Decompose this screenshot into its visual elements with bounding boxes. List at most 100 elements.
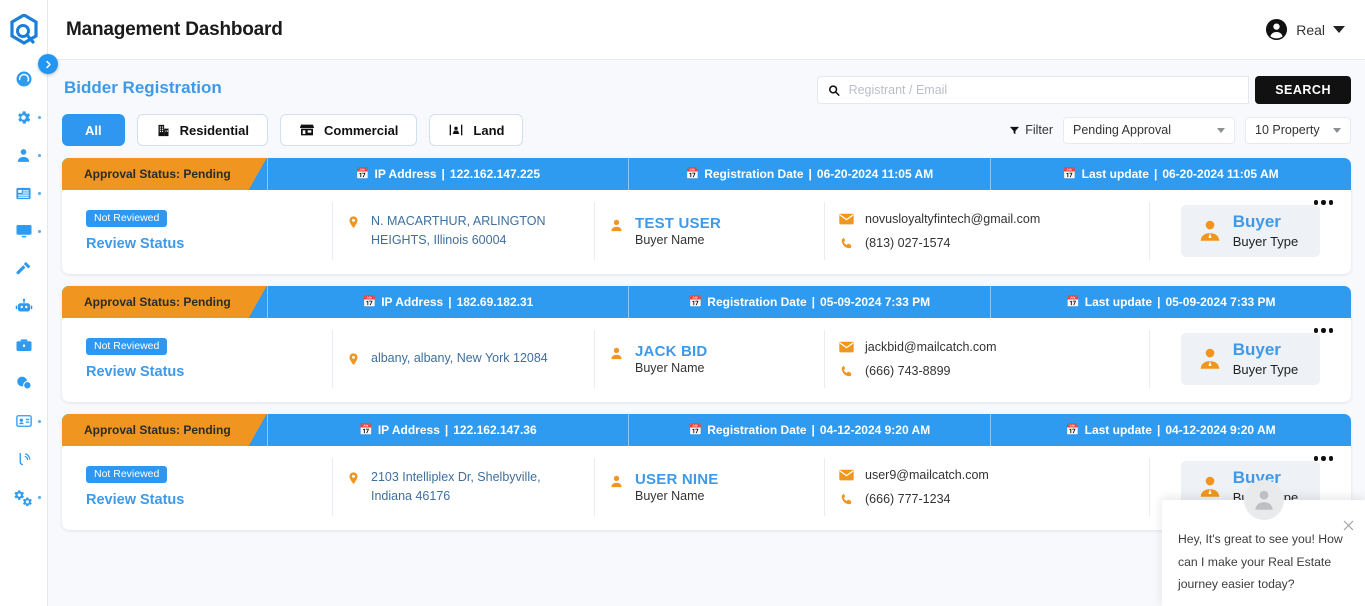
address-column: albany, albany, New York 12084 bbox=[332, 330, 594, 388]
sidebar-item-configuration[interactable] bbox=[0, 478, 48, 516]
sidebar-toggle-button[interactable] bbox=[38, 54, 58, 74]
card-header: Approval Status: Pending 📅 IP Address | … bbox=[62, 414, 1351, 446]
tab-residential[interactable]: Residential bbox=[136, 114, 268, 146]
app-root: Management Dashboard Real Bidder Registr… bbox=[0, 0, 1365, 606]
buyer-type-title: Buyer bbox=[1232, 340, 1281, 360]
id-card-icon bbox=[15, 415, 32, 427]
review-status-link[interactable]: Review Status bbox=[86, 236, 318, 252]
sidebar-item-contacts[interactable] bbox=[0, 402, 48, 440]
review-column: Not Reviewed Review Status bbox=[76, 202, 332, 260]
card-body: Not Reviewed Review Status 2103 Intellip… bbox=[62, 446, 1351, 530]
bidder-card: Approval Status: Pending 📅 IP Address | … bbox=[62, 158, 1351, 274]
buyer-avatar-icon bbox=[1200, 476, 1219, 497]
buyer-type-texts: Buyer Buyer Type bbox=[1232, 212, 1299, 248]
search-row: SEARCH bbox=[817, 76, 1351, 104]
account-circle-icon bbox=[1266, 18, 1288, 41]
separator: | bbox=[811, 423, 815, 437]
location-pin-icon bbox=[349, 353, 358, 366]
broadcast-signal-icon bbox=[19, 453, 30, 466]
sidebar-dot bbox=[37, 495, 41, 499]
separator: | bbox=[448, 295, 452, 309]
page-size-value: 10 Property bbox=[1255, 123, 1320, 137]
search-input[interactable] bbox=[848, 83, 1239, 97]
status-badge: Not Reviewed bbox=[86, 210, 168, 227]
buyer-type-column: Buyer Buyer Type bbox=[1149, 330, 1337, 388]
user-name-label: Real bbox=[1296, 21, 1325, 38]
sidebar-item-auctions[interactable] bbox=[0, 250, 48, 288]
user-menu[interactable]: Real bbox=[1265, 18, 1345, 41]
tab-commercial[interactable]: Commercial bbox=[279, 114, 418, 146]
buyer-name-label: Buyer Name bbox=[635, 233, 705, 247]
sidebar-dot bbox=[37, 419, 41, 423]
sidebar-item-messages[interactable] bbox=[0, 364, 48, 402]
buyer-name-value[interactable]: TEST USER bbox=[635, 215, 721, 232]
filter-label: Filter bbox=[1025, 123, 1053, 137]
filter-controls: Filter Pending Approval 10 Property bbox=[1009, 116, 1351, 144]
robot-icon bbox=[15, 298, 32, 312]
tab-land[interactable]: Land bbox=[429, 114, 524, 146]
search-button[interactable]: SEARCH bbox=[1255, 76, 1351, 104]
envelope-icon bbox=[839, 469, 854, 480]
chevron-down-icon bbox=[1333, 26, 1345, 33]
sidebar-item-portfolio[interactable] bbox=[0, 326, 48, 364]
contact-column: jackbid@mailcatch.com (666) 743-8899 bbox=[824, 330, 1149, 388]
sidebar-item-settings[interactable] bbox=[0, 98, 48, 136]
calendar-icon: 📅 bbox=[359, 423, 373, 436]
tab-residential-label: Residential bbox=[179, 122, 249, 138]
buyer-name-label: Buyer Name bbox=[635, 489, 705, 503]
search-box[interactable] bbox=[817, 76, 1250, 104]
filter-bar: All Residential Commercial Land Filter P… bbox=[62, 114, 1351, 146]
sidebar-item-broadcast[interactable] bbox=[0, 440, 48, 478]
registration-date-value: 06-20-2024 11:05 AM bbox=[816, 167, 934, 181]
page-size-select[interactable]: 10 Property bbox=[1245, 116, 1351, 144]
buyer-avatar-icon bbox=[1200, 348, 1219, 369]
monitor-icon bbox=[16, 225, 31, 238]
ip-address-label: IP Address bbox=[381, 295, 444, 309]
location-pin-icon bbox=[349, 471, 358, 484]
location-pin-icon bbox=[349, 215, 358, 228]
card-options-button[interactable] bbox=[1310, 452, 1338, 465]
buyer-row: USER NINE Buyer Name bbox=[609, 471, 810, 503]
review-status-link[interactable]: Review Status bbox=[86, 364, 318, 380]
sidebar-dot bbox=[37, 229, 41, 233]
chat-close-button[interactable] bbox=[1341, 518, 1356, 536]
review-status-link[interactable]: Review Status bbox=[86, 492, 318, 508]
buyer-name-label: Buyer Name bbox=[635, 361, 705, 375]
calendar-icon: 📅 bbox=[685, 167, 700, 180]
bidder-card: Approval Status: Pending 📅 IP Address | … bbox=[62, 414, 1351, 530]
person-icon bbox=[17, 148, 30, 162]
envelope-icon bbox=[839, 341, 854, 352]
buyer-type-title: Buyer bbox=[1232, 212, 1281, 232]
card-options-button[interactable] bbox=[1310, 324, 1338, 337]
ip-address-cell: 📅 IP Address | 122.162.147.36 bbox=[266, 414, 628, 446]
chat-widget: Hey, It's great to see you! How can I ma… bbox=[1162, 480, 1365, 606]
hammer-gavel-icon bbox=[15, 261, 30, 275]
phone-value: (666) 743-8899 bbox=[865, 364, 951, 378]
buyer-name-value[interactable]: JACK BID bbox=[635, 343, 707, 360]
address-row: N. MACARTHUR, ARLINGTON HEIGHTS, Illinoi… bbox=[347, 212, 580, 251]
status-filter-select[interactable]: Pending Approval bbox=[1063, 116, 1235, 144]
phone-value: (813) 027-1574 bbox=[865, 236, 951, 250]
tab-all[interactable]: All bbox=[62, 114, 125, 146]
sidebar-item-listings[interactable] bbox=[0, 174, 48, 212]
calendar-icon: 📅 bbox=[362, 295, 377, 308]
buyer-name-value[interactable]: USER NINE bbox=[635, 471, 718, 488]
buyer-type-pill: Buyer Buyer Type bbox=[1180, 333, 1321, 385]
topbar: Management Dashboard Real bbox=[48, 0, 1365, 60]
last-update-cell: 📅 Last update | 06-20-2024 11:05 AM bbox=[989, 158, 1351, 190]
dashboard-speedometer-icon bbox=[16, 71, 31, 87]
sidebar-item-automation[interactable] bbox=[0, 288, 48, 326]
calendar-icon: 📅 bbox=[1066, 295, 1080, 308]
sidebar-item-users[interactable] bbox=[0, 136, 48, 174]
list-icon bbox=[16, 187, 31, 199]
app-logo[interactable] bbox=[0, 0, 48, 60]
app-logo-icon bbox=[9, 14, 38, 45]
buyer-row: JACK BID Buyer Name bbox=[609, 343, 810, 375]
buyer-type-texts: Buyer Buyer Type bbox=[1232, 340, 1299, 376]
card-options-button[interactable] bbox=[1310, 196, 1338, 209]
review-column: Not Reviewed Review Status bbox=[76, 330, 332, 388]
approval-status-banner: Approval Status: Pending bbox=[62, 414, 267, 446]
envelope-icon bbox=[839, 213, 854, 224]
separator: | bbox=[1153, 167, 1158, 181]
sidebar-item-monitor[interactable] bbox=[0, 212, 48, 250]
